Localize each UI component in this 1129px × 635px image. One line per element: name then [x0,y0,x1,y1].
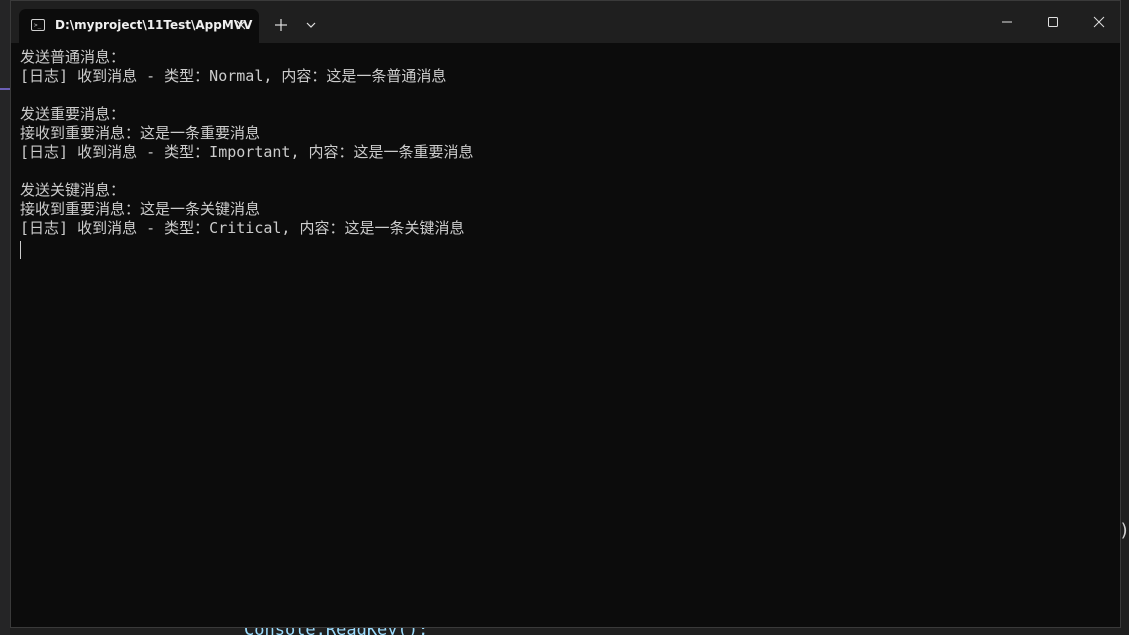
close-window-button[interactable] [1076,1,1122,43]
close-icon [1093,16,1105,28]
tab-appmvv[interactable]: >_ D:\myproject\11Test\AppMVV [19,9,259,43]
close-icon [236,20,246,30]
text-cursor [20,241,21,259]
minimize-icon [1002,21,1012,23]
background-accent-line [0,88,10,90]
terminal-window: >_ D:\myproject\11Test\AppMVV 发送普通消息： [日… [10,0,1121,628]
console-line: [日志] 收到消息 - 类型：Normal, 内容：这是一条普通消息 [20,67,447,85]
minimize-button[interactable] [984,1,1030,43]
console-line: 接收到重要消息：这是一条重要消息 [20,124,261,142]
background-ide-gutter [0,0,10,635]
chevron-down-icon [306,22,316,28]
scrollbar[interactable] [1111,43,1119,627]
console-line: 发送普通消息： [20,48,126,66]
tab-close-button[interactable] [231,15,251,35]
maximize-button[interactable] [1030,1,1076,43]
profile-dropdown-button[interactable] [299,13,323,37]
console-line: 发送关键消息： [20,181,126,199]
maximize-icon [1048,17,1058,27]
tab-title: D:\myproject\11Test\AppMVV [55,18,253,32]
console-line: 接收到重要消息：这是一条关键消息 [20,200,261,218]
terminal-icon: >_ [31,19,45,31]
plus-icon [275,19,287,31]
console-line: 发送重要消息： [20,105,126,123]
console-line: [日志] 收到消息 - 类型：Critical, 内容：这是一条关键消息 [20,219,465,237]
title-bar[interactable]: >_ D:\myproject\11Test\AppMVV [11,1,1120,43]
console-line: [日志] 收到消息 - 类型：Important, 内容：这是一条重要消息 [20,143,474,161]
new-tab-button[interactable] [269,13,293,37]
console-output[interactable]: 发送普通消息： [日志] 收到消息 - 类型：Normal, 内容：这是一条普通… [20,48,1100,238]
